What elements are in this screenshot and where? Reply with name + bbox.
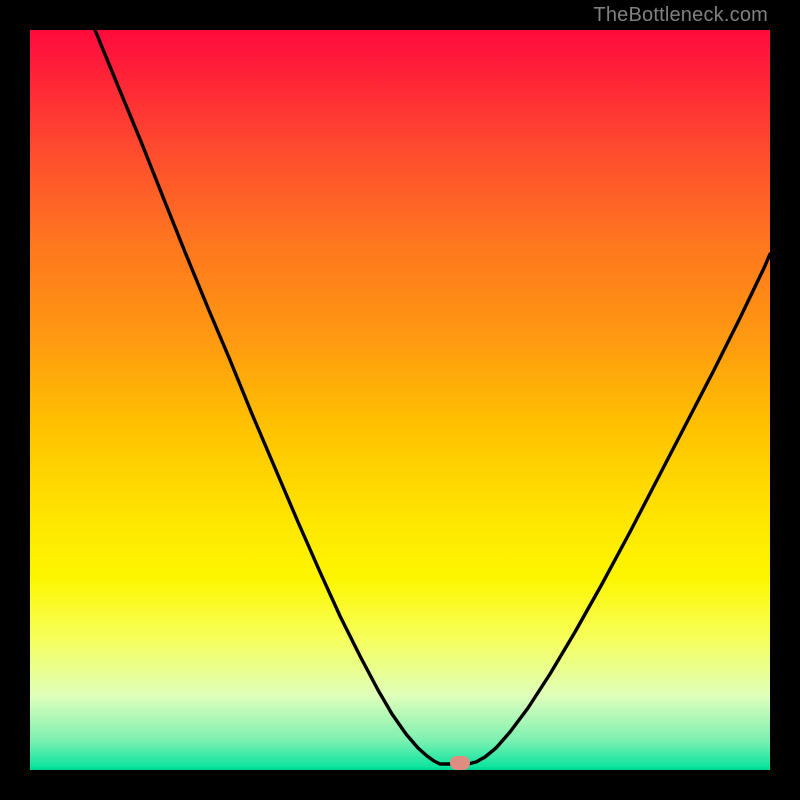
plot-area bbox=[30, 30, 770, 770]
chart-canvas: TheBottleneck.com bbox=[0, 0, 800, 800]
bottleneck-curve bbox=[95, 30, 770, 764]
credit-label: TheBottleneck.com bbox=[593, 4, 768, 27]
curve-svg bbox=[30, 30, 770, 770]
optimal-marker bbox=[450, 756, 470, 770]
